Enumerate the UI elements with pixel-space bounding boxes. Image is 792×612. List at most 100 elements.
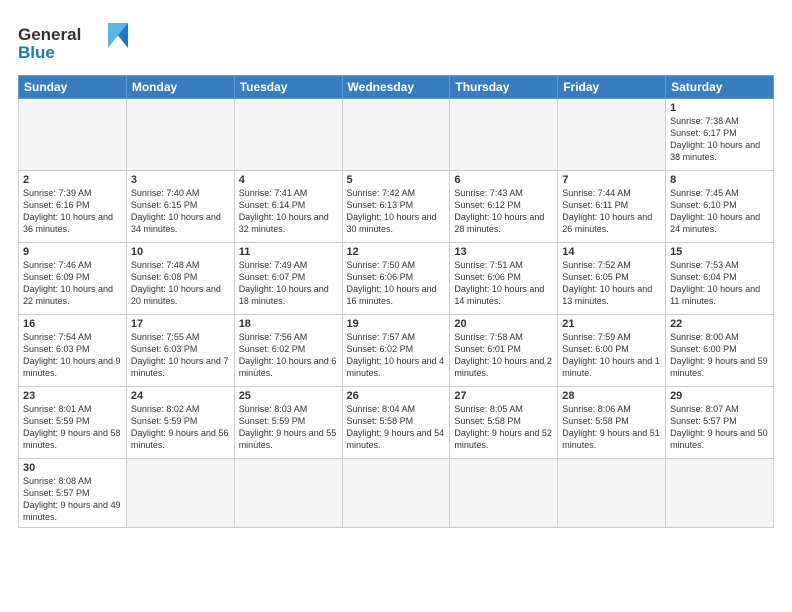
calendar-cell: 22Sunrise: 8:00 AM Sunset: 6:00 PM Dayli… bbox=[666, 315, 774, 387]
logo: General Blue bbox=[18, 18, 128, 67]
calendar-cell: 12Sunrise: 7:50 AM Sunset: 6:06 PM Dayli… bbox=[342, 243, 450, 315]
calendar-cell: 29Sunrise: 8:07 AM Sunset: 5:57 PM Dayli… bbox=[666, 387, 774, 459]
calendar-cell bbox=[234, 459, 342, 528]
weekday-header-row: SundayMondayTuesdayWednesdayThursdayFrid… bbox=[19, 76, 774, 99]
day-info: Sunrise: 8:07 AM Sunset: 5:57 PM Dayligh… bbox=[670, 403, 769, 452]
day-number: 1 bbox=[670, 102, 769, 114]
calendar-cell bbox=[666, 459, 774, 528]
day-info: Sunrise: 7:57 AM Sunset: 6:02 PM Dayligh… bbox=[347, 331, 446, 380]
day-info: Sunrise: 7:59 AM Sunset: 6:00 PM Dayligh… bbox=[562, 331, 661, 380]
day-number: 3 bbox=[131, 174, 230, 186]
calendar-cell: 14Sunrise: 7:52 AM Sunset: 6:05 PM Dayli… bbox=[558, 243, 666, 315]
day-number: 26 bbox=[347, 390, 446, 402]
day-number: 29 bbox=[670, 390, 769, 402]
calendar-cell: 27Sunrise: 8:05 AM Sunset: 5:58 PM Dayli… bbox=[450, 387, 558, 459]
calendar-cell bbox=[450, 459, 558, 528]
day-number: 2 bbox=[23, 174, 122, 186]
day-info: Sunrise: 7:38 AM Sunset: 6:17 PM Dayligh… bbox=[670, 115, 769, 164]
day-info: Sunrise: 7:55 AM Sunset: 6:03 PM Dayligh… bbox=[131, 331, 230, 380]
weekday-header-saturday: Saturday bbox=[666, 76, 774, 99]
day-info: Sunrise: 8:06 AM Sunset: 5:58 PM Dayligh… bbox=[562, 403, 661, 452]
day-number: 8 bbox=[670, 174, 769, 186]
day-number: 13 bbox=[454, 246, 553, 258]
week-row-4: 16Sunrise: 7:54 AM Sunset: 6:03 PM Dayli… bbox=[19, 315, 774, 387]
calendar-cell: 5Sunrise: 7:42 AM Sunset: 6:13 PM Daylig… bbox=[342, 171, 450, 243]
day-number: 25 bbox=[239, 390, 338, 402]
calendar-cell: 6Sunrise: 7:43 AM Sunset: 6:12 PM Daylig… bbox=[450, 171, 558, 243]
calendar-cell: 26Sunrise: 8:04 AM Sunset: 5:58 PM Dayli… bbox=[342, 387, 450, 459]
calendar-cell: 21Sunrise: 7:59 AM Sunset: 6:00 PM Dayli… bbox=[558, 315, 666, 387]
week-row-1: 1Sunrise: 7:38 AM Sunset: 6:17 PM Daylig… bbox=[19, 99, 774, 171]
day-info: Sunrise: 7:39 AM Sunset: 6:16 PM Dayligh… bbox=[23, 187, 122, 236]
day-info: Sunrise: 7:50 AM Sunset: 6:06 PM Dayligh… bbox=[347, 259, 446, 308]
header: General Blue bbox=[18, 18, 774, 67]
calendar-cell: 25Sunrise: 8:03 AM Sunset: 5:59 PM Dayli… bbox=[234, 387, 342, 459]
day-info: Sunrise: 8:04 AM Sunset: 5:58 PM Dayligh… bbox=[347, 403, 446, 452]
day-number: 12 bbox=[347, 246, 446, 258]
calendar-cell: 7Sunrise: 7:44 AM Sunset: 6:11 PM Daylig… bbox=[558, 171, 666, 243]
day-number: 6 bbox=[454, 174, 553, 186]
day-info: Sunrise: 8:00 AM Sunset: 6:00 PM Dayligh… bbox=[670, 331, 769, 380]
day-number: 9 bbox=[23, 246, 122, 258]
week-row-6: 30Sunrise: 8:08 AM Sunset: 5:57 PM Dayli… bbox=[19, 459, 774, 528]
logo-text: General Blue bbox=[18, 18, 128, 67]
weekday-header-friday: Friday bbox=[558, 76, 666, 99]
calendar-cell bbox=[19, 99, 127, 171]
calendar-cell bbox=[450, 99, 558, 171]
day-number: 22 bbox=[670, 318, 769, 330]
day-info: Sunrise: 7:41 AM Sunset: 6:14 PM Dayligh… bbox=[239, 187, 338, 236]
calendar: SundayMondayTuesdayWednesdayThursdayFrid… bbox=[18, 75, 774, 528]
weekday-header-wednesday: Wednesday bbox=[342, 76, 450, 99]
calendar-cell bbox=[342, 459, 450, 528]
calendar-cell bbox=[558, 459, 666, 528]
day-info: Sunrise: 7:42 AM Sunset: 6:13 PM Dayligh… bbox=[347, 187, 446, 236]
day-info: Sunrise: 7:44 AM Sunset: 6:11 PM Dayligh… bbox=[562, 187, 661, 236]
calendar-cell: 13Sunrise: 7:51 AM Sunset: 6:06 PM Dayli… bbox=[450, 243, 558, 315]
day-info: Sunrise: 7:48 AM Sunset: 6:08 PM Dayligh… bbox=[131, 259, 230, 308]
svg-text:Blue: Blue bbox=[18, 43, 55, 62]
weekday-header-thursday: Thursday bbox=[450, 76, 558, 99]
day-number: 18 bbox=[239, 318, 338, 330]
day-info: Sunrise: 7:56 AM Sunset: 6:02 PM Dayligh… bbox=[239, 331, 338, 380]
day-number: 15 bbox=[670, 246, 769, 258]
day-number: 21 bbox=[562, 318, 661, 330]
week-row-5: 23Sunrise: 8:01 AM Sunset: 5:59 PM Dayli… bbox=[19, 387, 774, 459]
calendar-cell: 9Sunrise: 7:46 AM Sunset: 6:09 PM Daylig… bbox=[19, 243, 127, 315]
calendar-cell: 19Sunrise: 7:57 AM Sunset: 6:02 PM Dayli… bbox=[342, 315, 450, 387]
day-info: Sunrise: 7:58 AM Sunset: 6:01 PM Dayligh… bbox=[454, 331, 553, 380]
calendar-cell: 2Sunrise: 7:39 AM Sunset: 6:16 PM Daylig… bbox=[19, 171, 127, 243]
calendar-cell bbox=[234, 99, 342, 171]
calendar-cell: 24Sunrise: 8:02 AM Sunset: 5:59 PM Dayli… bbox=[126, 387, 234, 459]
day-number: 27 bbox=[454, 390, 553, 402]
calendar-cell: 3Sunrise: 7:40 AM Sunset: 6:15 PM Daylig… bbox=[126, 171, 234, 243]
day-info: Sunrise: 7:43 AM Sunset: 6:12 PM Dayligh… bbox=[454, 187, 553, 236]
day-number: 20 bbox=[454, 318, 553, 330]
day-number: 16 bbox=[23, 318, 122, 330]
week-row-3: 9Sunrise: 7:46 AM Sunset: 6:09 PM Daylig… bbox=[19, 243, 774, 315]
weekday-header-sunday: Sunday bbox=[19, 76, 127, 99]
calendar-cell: 10Sunrise: 7:48 AM Sunset: 6:08 PM Dayli… bbox=[126, 243, 234, 315]
weekday-header-monday: Monday bbox=[126, 76, 234, 99]
day-info: Sunrise: 7:46 AM Sunset: 6:09 PM Dayligh… bbox=[23, 259, 122, 308]
day-info: Sunrise: 8:08 AM Sunset: 5:57 PM Dayligh… bbox=[23, 475, 122, 524]
calendar-cell: 23Sunrise: 8:01 AM Sunset: 5:59 PM Dayli… bbox=[19, 387, 127, 459]
day-number: 30 bbox=[23, 462, 122, 474]
day-number: 10 bbox=[131, 246, 230, 258]
calendar-cell: 30Sunrise: 8:08 AM Sunset: 5:57 PM Dayli… bbox=[19, 459, 127, 528]
day-number: 7 bbox=[562, 174, 661, 186]
page: General Blue SundayMondayTuesdayWednesda… bbox=[0, 0, 792, 612]
day-number: 14 bbox=[562, 246, 661, 258]
calendar-cell: 15Sunrise: 7:53 AM Sunset: 6:04 PM Dayli… bbox=[666, 243, 774, 315]
day-number: 11 bbox=[239, 246, 338, 258]
calendar-cell: 8Sunrise: 7:45 AM Sunset: 6:10 PM Daylig… bbox=[666, 171, 774, 243]
day-number: 28 bbox=[562, 390, 661, 402]
day-info: Sunrise: 7:52 AM Sunset: 6:05 PM Dayligh… bbox=[562, 259, 661, 308]
day-number: 23 bbox=[23, 390, 122, 402]
day-info: Sunrise: 7:54 AM Sunset: 6:03 PM Dayligh… bbox=[23, 331, 122, 380]
day-number: 24 bbox=[131, 390, 230, 402]
calendar-cell: 28Sunrise: 8:06 AM Sunset: 5:58 PM Dayli… bbox=[558, 387, 666, 459]
calendar-cell: 1Sunrise: 7:38 AM Sunset: 6:17 PM Daylig… bbox=[666, 99, 774, 171]
day-info: Sunrise: 7:51 AM Sunset: 6:06 PM Dayligh… bbox=[454, 259, 553, 308]
day-number: 19 bbox=[347, 318, 446, 330]
calendar-cell: 11Sunrise: 7:49 AM Sunset: 6:07 PM Dayli… bbox=[234, 243, 342, 315]
